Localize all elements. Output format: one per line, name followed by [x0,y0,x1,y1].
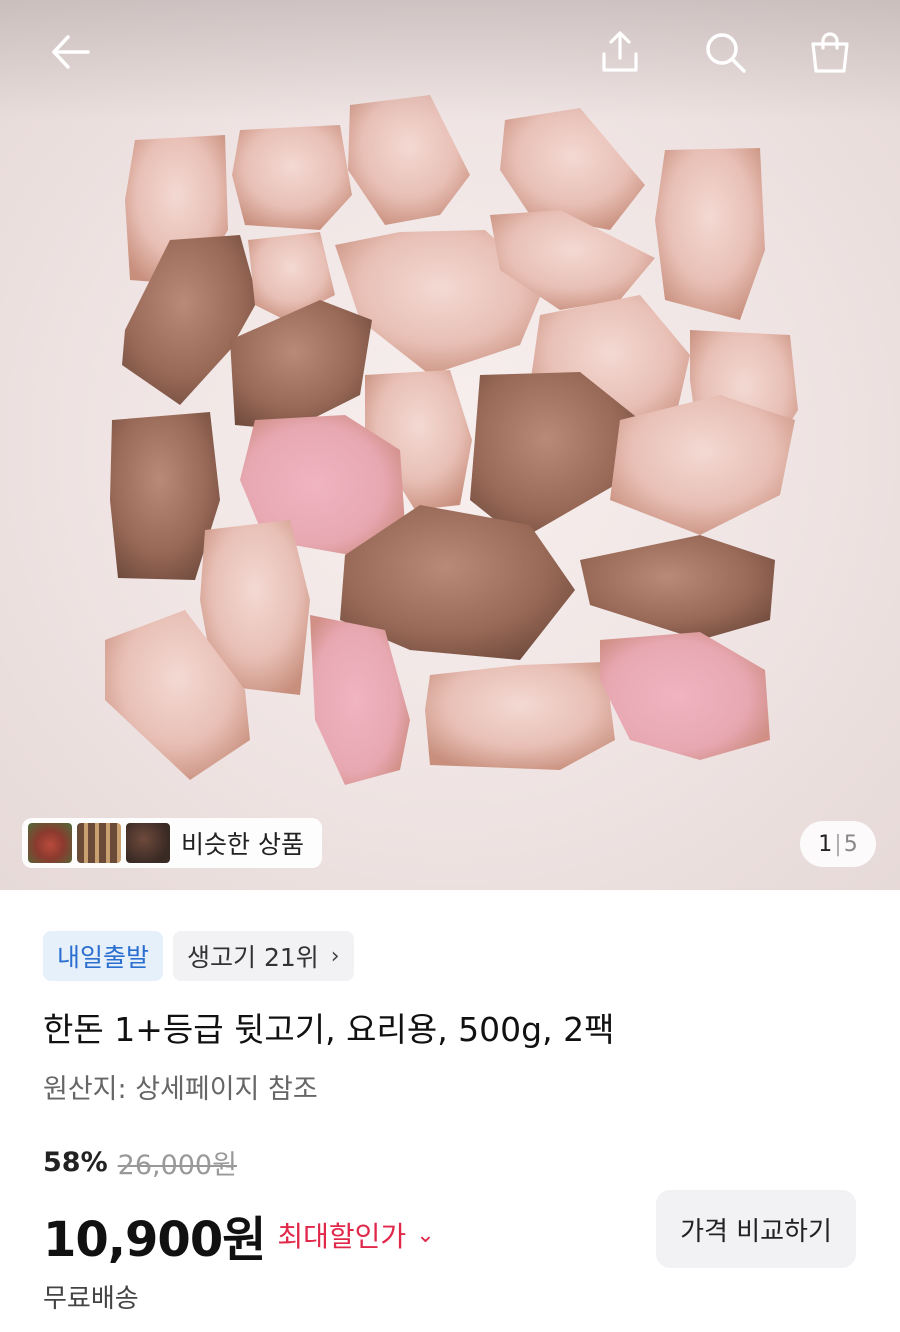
price-compare-button[interactable]: 가격 비교하기 [656,1190,856,1268]
total-pages: 5 [843,831,858,857]
chevron-right-icon: › [330,943,340,969]
shopping-bag-icon [811,32,849,73]
search-button[interactable] [697,24,753,80]
search-icon [706,33,746,73]
similar-thumb-2 [77,823,121,863]
cart-button[interactable] [802,24,858,80]
arrow-left-icon [52,35,90,69]
image-page-indicator: 1 | 5 [800,821,876,867]
similar-thumb-1 [28,823,72,863]
back-button[interactable] [42,24,98,80]
discount-row: 58% 26,000원 [43,1143,237,1182]
page-separator: | [834,831,842,857]
chevron-down-icon: ⌄ [416,1222,435,1248]
similar-products-label: 비슷한 상품 [181,830,304,859]
price-compare-label: 가격 비교하기 [680,1216,832,1247]
meat-pieces [105,95,798,785]
product-photo [105,95,798,785]
product-origin: 원산지: 상세페이지 참조 [43,1074,318,1105]
delivery-badge: 내일출발 [43,931,164,981]
product-badges: 내일출발 생고기 21위 › [43,931,354,981]
price-row: 10,900원 최대할인가 ⌄ [43,1200,435,1270]
product-title: 한돈 1+등급 뒷고기, 요리용, 500g, 2팩 [43,1010,615,1049]
original-price: 26,000원 [117,1150,237,1181]
header-shade [0,0,900,120]
max-discount-label: 최대할인가 [277,1220,407,1253]
similar-products-button[interactable]: 비슷한 상품 [22,818,322,868]
share-button[interactable] [592,24,648,80]
share-icon [602,31,638,72]
sale-price: 10,900원 [43,1212,266,1268]
ranking-badge-label: 생고기 21위 [187,943,319,972]
max-discount-toggle[interactable]: 최대할인가 ⌄ [277,1215,434,1255]
discount-percent: 58% [43,1147,108,1178]
ranking-badge[interactable]: 생고기 21위 › [173,931,354,981]
shipping-info: 무료배송 [43,1284,139,1314]
delivery-badge-label: 내일출발 [57,943,150,972]
similar-thumb-3 [126,823,170,863]
current-page: 1 [818,831,833,857]
product-image-gallery[interactable]: 비슷한 상품 1 | 5 [0,0,900,890]
